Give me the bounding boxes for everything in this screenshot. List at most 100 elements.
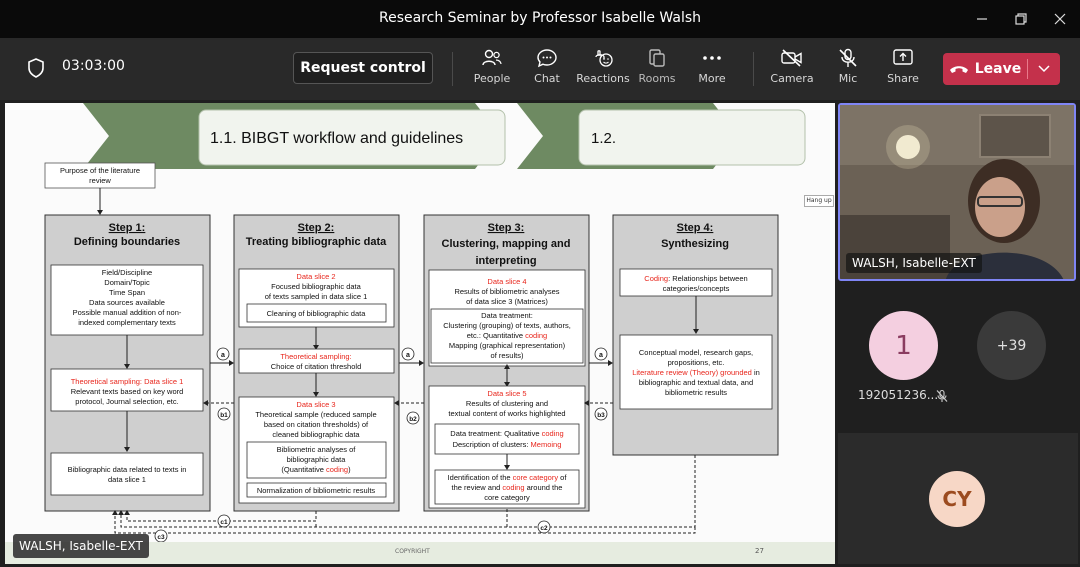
rooms-label: Rooms bbox=[638, 72, 676, 85]
more-dots-icon bbox=[703, 56, 721, 60]
step3-box1-line: of data slice 3 (Matrices) bbox=[466, 297, 548, 306]
chevron-down-icon bbox=[1038, 65, 1050, 73]
purpose-line-1: Purpose of the literature bbox=[60, 166, 140, 175]
step3-box1-line: Results of bibliometric analyses bbox=[454, 287, 559, 296]
window-title: Research Seminar by Professor Isabelle W… bbox=[378, 10, 701, 26]
phone-hangup-icon bbox=[949, 66, 968, 73]
chat-icon bbox=[537, 49, 557, 68]
step1-box3 bbox=[50, 452, 204, 496]
toolbar-divider bbox=[753, 52, 754, 86]
share-button[interactable]: Share bbox=[877, 48, 929, 94]
close-icon bbox=[1054, 13, 1066, 25]
step3-box1-inner-line: Mapping (graphical representation) bbox=[449, 341, 566, 350]
participant-avatar-cy[interactable]: CY bbox=[929, 471, 985, 527]
presenter-name-tag: WALSH, Isabelle-EXT bbox=[13, 534, 149, 558]
more-button[interactable]: More bbox=[686, 48, 738, 94]
leave-label: Leave bbox=[974, 61, 1022, 77]
header-title-1: 1.1. BIBGT workflow and guidelines bbox=[210, 130, 463, 147]
label-c2: c2 bbox=[540, 525, 548, 532]
mic-button[interactable]: Mic bbox=[822, 48, 874, 94]
shield-icon bbox=[28, 58, 44, 78]
step3-subtitle-2: interpreting bbox=[475, 255, 536, 267]
mic-off-icon bbox=[839, 48, 857, 67]
step3-box2-inner2-line3: core category bbox=[484, 493, 530, 502]
step2-box3-red: Data slice 3 bbox=[296, 400, 335, 409]
label-a1: a bbox=[221, 352, 225, 359]
step4-box2-line: bibliographic and textual data, and bbox=[639, 378, 753, 387]
label-a2: a bbox=[406, 352, 410, 359]
arrowhead bbox=[608, 360, 613, 366]
step3-box2-inner2-line1: Identification of the core category of bbox=[448, 473, 568, 482]
slide-copyright: COPYRIGHT bbox=[395, 548, 430, 555]
maximize-button[interactable] bbox=[1001, 0, 1041, 38]
leave-options-button[interactable] bbox=[1028, 65, 1060, 73]
step1-box2-line: Relevant texts based on key word bbox=[71, 387, 184, 396]
step1-box1-line: Domain/Topic bbox=[104, 278, 150, 287]
step2-box3-inner-quant: (Quantitative coding) bbox=[281, 465, 351, 474]
step2-box1-inner-text: Cleaning of bibliographic data bbox=[267, 309, 367, 318]
participant-name: 192051236... bbox=[858, 388, 939, 402]
step1-box2-line: protocol, Journal selection, etc. bbox=[75, 397, 178, 406]
arrowhead bbox=[419, 360, 424, 366]
shared-screen: 1.1. BIBGT workflow and guidelines 1.2. … bbox=[5, 103, 835, 564]
step3-box1-inner-quant: etc.: Quantitative coding bbox=[467, 331, 547, 340]
people-label: People bbox=[473, 72, 511, 85]
step4-box1-line1: Coding: Relationships between bbox=[644, 274, 747, 283]
hang-up-note: Hang up bbox=[804, 195, 834, 207]
more-participants-button[interactable]: +39 bbox=[977, 311, 1046, 380]
step3-box2-inner1-line1: Data treatment: Qualitative coding bbox=[450, 429, 563, 438]
request-control-button[interactable]: Request control bbox=[293, 52, 433, 84]
leave-button[interactable]: Leave bbox=[943, 53, 1060, 85]
slide-diagram: 1.1. BIBGT workflow and guidelines 1.2. … bbox=[44, 103, 806, 543]
camera-button[interactable]: Camera bbox=[766, 48, 818, 94]
meeting-toolbar: 03:03:00 Request control People Chat Rea… bbox=[0, 38, 1080, 100]
step3-subtitle-1: Clustering, mapping and bbox=[442, 238, 571, 250]
minimize-button[interactable] bbox=[962, 0, 1002, 38]
step4-box2-line: Conceptual model, research gaps, bbox=[639, 348, 753, 357]
close-window-button[interactable] bbox=[1040, 0, 1080, 38]
step2-box3-line: Theoretical sample (reduced sample bbox=[255, 410, 376, 419]
people-icon bbox=[482, 49, 502, 66]
mic-off-icon bbox=[936, 389, 948, 402]
rooms-button[interactable]: Rooms bbox=[631, 48, 683, 94]
step3-box2-line: Results of clustering and bbox=[466, 399, 548, 408]
presenter-video-tile[interactable]: WALSH, Isabelle-EXT bbox=[838, 103, 1076, 281]
step3-box2-inner2-line2: the review and coding around the bbox=[452, 483, 563, 492]
step1-box1-line: Field/Discipline bbox=[102, 268, 152, 277]
label-b2: b2 bbox=[409, 416, 417, 423]
slide-page-number: 27 bbox=[755, 547, 764, 555]
step1-subtitle: Defining boundaries bbox=[74, 236, 180, 248]
purpose-line-2: review bbox=[89, 176, 111, 185]
people-button[interactable]: People bbox=[466, 48, 518, 94]
reactions-label: Reactions bbox=[576, 72, 630, 85]
step2-box2-text: Choice of citation threshold bbox=[271, 362, 361, 371]
restore-icon bbox=[1015, 13, 1027, 25]
step2-subtitle: Treating bibliographic data bbox=[246, 236, 387, 248]
step4-title: Step 4: bbox=[677, 222, 714, 234]
step1-box1-line: Data sources available bbox=[89, 298, 165, 307]
step3-box1-inner-line: Clustering (grouping) of texts, authors, bbox=[443, 321, 571, 330]
label-c1: c1 bbox=[220, 519, 228, 526]
chat-button[interactable]: Chat bbox=[521, 48, 573, 94]
step2-box3-inner-line: bibliographic data bbox=[287, 455, 347, 464]
reactions-button[interactable]: Reactions bbox=[576, 48, 630, 94]
leave-main[interactable]: Leave bbox=[943, 53, 1027, 85]
minimize-icon bbox=[977, 18, 987, 20]
header-title-2: 1.2. bbox=[591, 130, 616, 147]
step4-subtitle: Synthesizing bbox=[661, 238, 729, 250]
step2-title: Step 2: bbox=[298, 222, 335, 234]
step2-box3-inner-line: Bibliometric analyses of bbox=[277, 445, 357, 454]
more-label: More bbox=[698, 72, 726, 85]
label-a3: a bbox=[599, 352, 603, 359]
teams-meeting-window: Research Seminar by Professor Isabelle W… bbox=[0, 0, 1080, 567]
participant-avatar[interactable]: 1 bbox=[869, 311, 938, 380]
step1-title: Step 1: bbox=[109, 222, 146, 234]
step2-box4-text: Normalization of bibliometric results bbox=[257, 486, 376, 495]
label-b1: b1 bbox=[220, 412, 228, 419]
arrowhead bbox=[97, 210, 103, 215]
title-bar: Research Seminar by Professor Isabelle W… bbox=[0, 0, 1080, 38]
step4-box2-line: propositions, etc. bbox=[668, 358, 725, 367]
share-label: Share bbox=[887, 72, 919, 85]
step1-box1-line: Time Span bbox=[109, 288, 145, 297]
step2-box1-line: Focused bibliographic data bbox=[271, 282, 361, 291]
